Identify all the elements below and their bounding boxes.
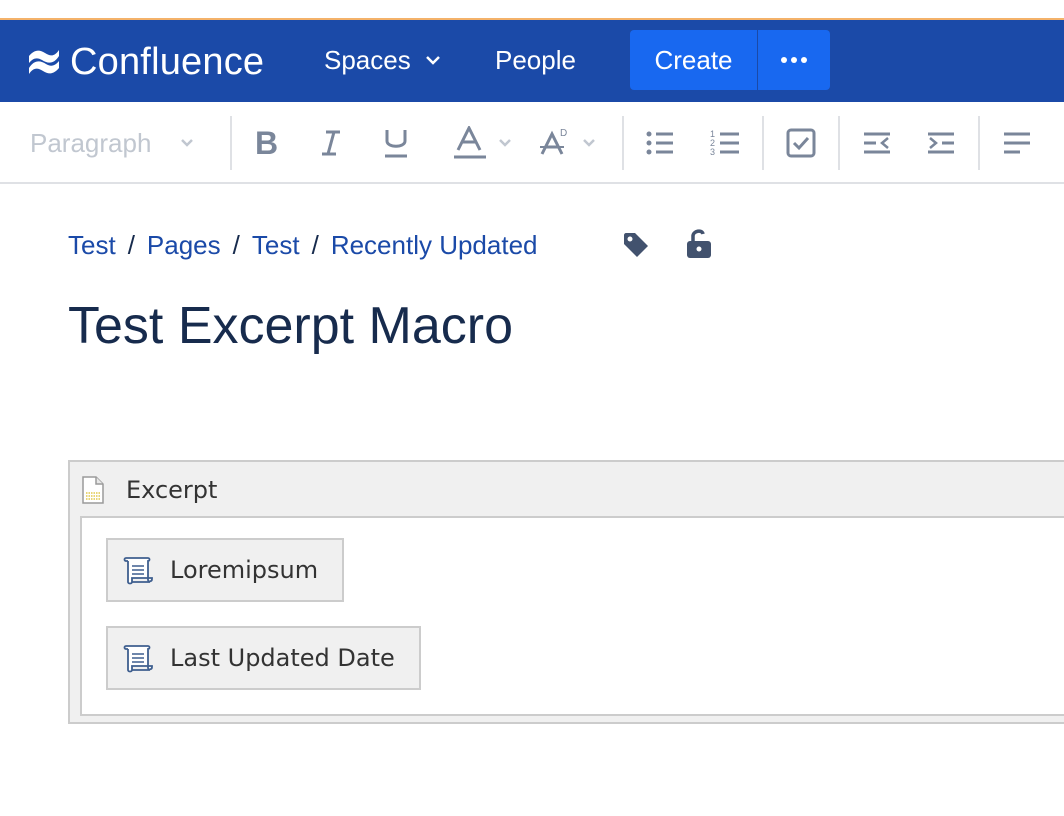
chevron-down-icon	[425, 56, 440, 65]
people-label: People	[495, 44, 576, 75]
align-left-icon	[1004, 132, 1030, 154]
svg-text:B: B	[255, 128, 278, 158]
bold-button[interactable]: B	[254, 102, 280, 184]
text-color-dropdown[interactable]	[454, 102, 516, 184]
bullet-list-icon	[646, 131, 673, 155]
toolbar-divider	[978, 116, 980, 170]
chevron-down-icon	[181, 139, 194, 147]
bullet-list-button[interactable]	[646, 102, 674, 184]
underline-icon	[385, 130, 407, 158]
task-list-icon	[786, 128, 816, 158]
ellipsis-dot	[791, 57, 797, 63]
text-format-dropdown[interactable]: D	[538, 102, 600, 184]
clear-format-icon: D	[540, 128, 595, 155]
paragraph-style-label: Paragraph	[30, 127, 152, 158]
breadcrumb-item[interactable]: Recently Updated	[331, 230, 538, 261]
align-button[interactable]	[1002, 102, 1032, 184]
numbered-list-button[interactable]: 123	[710, 102, 740, 184]
breadcrumb: Test / Pages / Test / Recently Updated	[68, 228, 538, 262]
breadcrumb-separator: /	[232, 229, 240, 260]
toolbar-divider	[622, 116, 624, 170]
breadcrumb-item[interactable]: Test	[68, 230, 116, 261]
macro-scroll-icon	[123, 645, 153, 673]
indent-button[interactable]	[926, 102, 956, 184]
labels-button[interactable]	[622, 231, 650, 264]
create-label: Create	[654, 44, 733, 75]
macro-label: Loremipsum	[170, 556, 319, 584]
breadcrumb-separator: /	[127, 229, 135, 260]
breadcrumb-item[interactable]: Test	[252, 230, 300, 261]
app-name: Confluence	[70, 40, 265, 83]
loremipsum-macro[interactable]: Loremipsum	[106, 538, 345, 602]
svg-text:3: 3	[710, 147, 715, 157]
top-navigation-bar: Confluence Spaces People Create	[0, 20, 1064, 102]
create-button[interactable]: Create	[630, 30, 757, 90]
ellipsis-icon	[781, 57, 787, 63]
toolbar-divider	[838, 116, 840, 170]
italic-button[interactable]	[318, 102, 344, 184]
outdent-button[interactable]	[862, 102, 892, 184]
document-icon	[82, 476, 104, 504]
unlocked-icon	[687, 229, 711, 258]
excerpt-macro[interactable]: Excerpt Loremipsum Last Updated Date	[68, 460, 1064, 724]
macro-scroll-icon	[123, 557, 153, 585]
bold-icon: B	[255, 128, 278, 158]
macro-label: Last Updated Date	[170, 644, 395, 672]
browser-top-strip	[0, 0, 1064, 20]
editor-toolbar: Paragraph B D 123	[0, 102, 1064, 184]
task-list-button[interactable]	[786, 102, 816, 184]
confluence-logo-icon	[29, 50, 59, 74]
restrictions-button[interactable]	[686, 228, 712, 265]
spaces-label: Spaces	[324, 44, 411, 75]
page-title[interactable]: Test Excerpt Macro	[68, 296, 513, 356]
numbered-list-icon: 123	[710, 129, 739, 157]
excerpt-macro-body[interactable]: Loremipsum Last Updated Date	[80, 516, 1064, 716]
text-color-icon	[454, 126, 511, 159]
indent-icon	[928, 132, 954, 154]
ellipsis-dot	[801, 57, 807, 63]
tag-icon	[624, 233, 648, 257]
more-options-button[interactable]	[758, 30, 830, 90]
excerpt-macro-label: Excerpt	[126, 476, 218, 504]
svg-text:D: D	[560, 128, 567, 139]
italic-icon	[322, 130, 340, 156]
spaces-menu[interactable]: Spaces	[324, 42, 441, 78]
breadcrumb-item[interactable]: Pages	[147, 230, 221, 261]
outdent-icon	[864, 132, 890, 154]
paragraph-style-dropdown[interactable]: Paragraph	[30, 102, 195, 184]
people-link[interactable]: People	[495, 42, 576, 78]
toolbar-divider	[230, 116, 232, 170]
underline-button[interactable]	[382, 102, 410, 184]
last-updated-date-macro[interactable]: Last Updated Date	[106, 626, 421, 690]
breadcrumb-separator: /	[311, 229, 319, 260]
confluence-logo[interactable]: Confluence	[26, 40, 265, 83]
toolbar-divider	[762, 116, 764, 170]
excerpt-macro-header: Excerpt	[82, 470, 217, 510]
